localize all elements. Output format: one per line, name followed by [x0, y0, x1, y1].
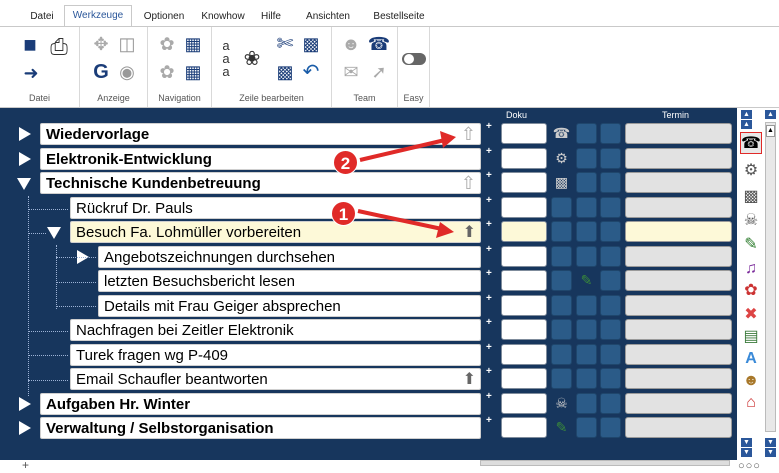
callout-arrowhead-1 — [436, 222, 454, 238]
scroll-top-button-right[interactable]: ▲ — [765, 110, 776, 119]
books-icon[interactable]: ▤ — [740, 326, 762, 348]
scroll-top-button[interactable]: ▲ — [741, 110, 752, 119]
callout-arrowhead-2 — [440, 131, 456, 148]
scroll-down-button[interactable]: ▼ — [741, 438, 752, 447]
skull-icon[interactable]: ☠ — [740, 210, 762, 232]
house-icon[interactable]: ⌂ — [740, 392, 762, 414]
add-button[interactable]: + — [22, 458, 29, 472]
network-icon[interactable]: ▩ — [740, 186, 762, 208]
music-icon[interactable]: ♫ — [740, 258, 762, 280]
scroll-bottom-button-right[interactable]: ▼ — [765, 448, 776, 457]
scroll-up-button[interactable]: ▲ — [741, 120, 752, 129]
right-toolbar: ▲ ▲ ▲ ☎ ⚙ ▩ ☠ ✎ ♫ ✿ ✖ ▤ A ☻ ⌂ ▲ ▼ ▼ ▼ ▼ — [737, 108, 779, 460]
callout-arrow-1 — [357, 209, 443, 231]
book-pen-icon[interactable]: ✎ — [740, 234, 762, 256]
horizontal-scrollbar[interactable] — [480, 460, 730, 466]
vertical-scrollbar[interactable]: ▲ — [765, 122, 776, 432]
scroll-down-button-right[interactable]: ▼ — [765, 438, 776, 447]
wrench-icon[interactable]: ⚙ — [740, 160, 762, 182]
scroll-bottom-button[interactable]: ▼ — [741, 448, 752, 457]
telephone-icon[interactable]: ☎ — [740, 132, 762, 154]
flower-icon[interactable]: ✿ — [740, 280, 762, 302]
person-icon[interactable]: ☻ — [740, 370, 762, 392]
callout-arrows — [357, 131, 456, 238]
scroll-thumb[interactable]: ▲ — [766, 125, 775, 137]
status-bar: + ○○○ — [0, 458, 779, 473]
letter-a-icon[interactable]: A — [740, 348, 762, 370]
tools-icon[interactable]: ✖ — [740, 304, 762, 326]
view-dots-icon[interactable]: ○○○ — [738, 460, 761, 472]
callout-arrow-2 — [359, 138, 446, 162]
